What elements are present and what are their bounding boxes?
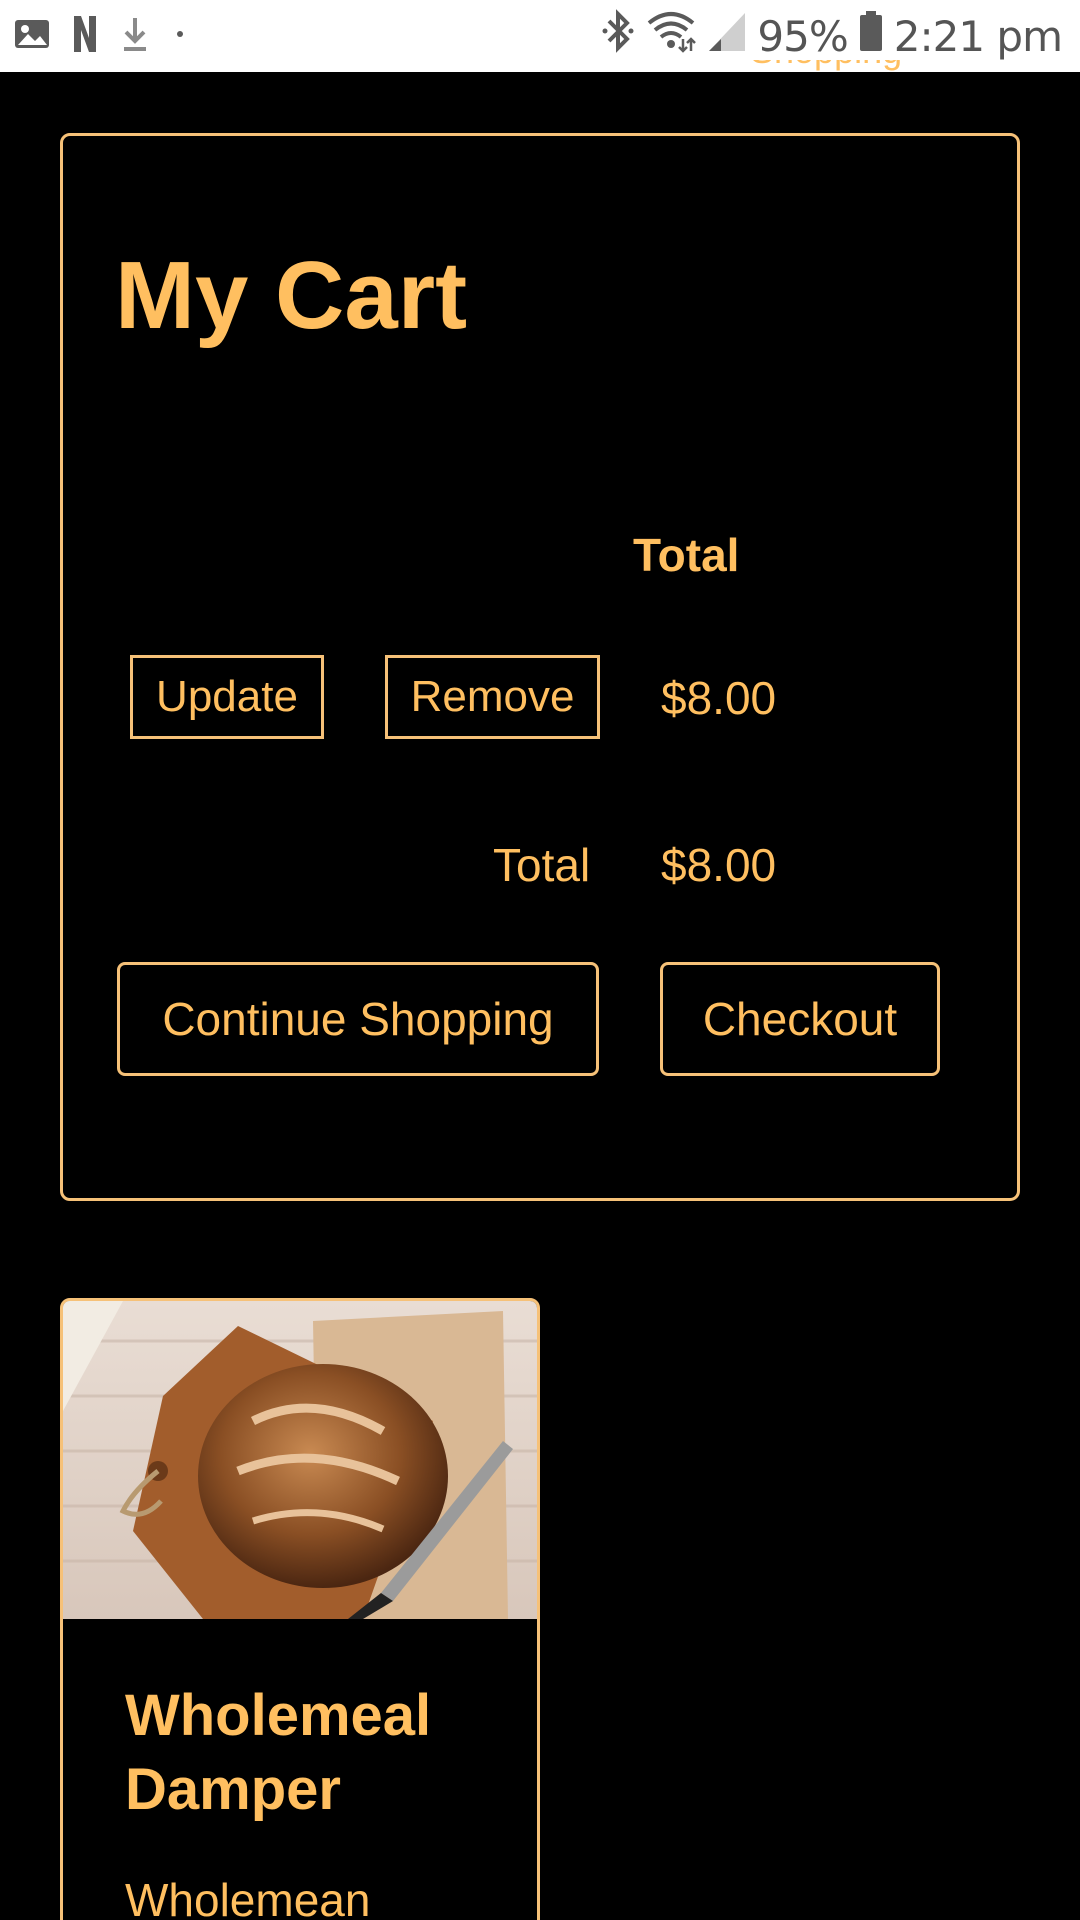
battery-icon xyxy=(858,9,884,64)
cart-total-label: Total xyxy=(493,839,591,891)
download-icon xyxy=(120,14,150,59)
total-column-header: Total xyxy=(633,529,740,581)
netflix-n-icon xyxy=(72,14,98,59)
product-description: Wholemean xyxy=(125,1874,371,1920)
battery-percent: 95% xyxy=(757,11,848,61)
cart-title: My Cart xyxy=(115,242,468,349)
signal-icon xyxy=(707,9,747,64)
image-icon xyxy=(14,18,50,55)
header-link-text: Shopping xyxy=(750,60,920,72)
wifi-icon xyxy=(645,9,697,64)
status-bar-left xyxy=(14,14,188,58)
product-image[interactable] xyxy=(63,1301,537,1619)
dot-icon xyxy=(172,26,188,47)
remove-button[interactable]: Remove xyxy=(385,655,600,739)
status-bar-right: 95% 2:21 pm xyxy=(601,8,1063,64)
update-button[interactable]: Update xyxy=(130,655,324,739)
line-item-total: $8.00 xyxy=(661,672,777,724)
checkout-button[interactable]: Checkout xyxy=(660,962,940,1076)
cart-total-value: $8.00 xyxy=(661,839,777,891)
continue-shopping-button[interactable]: Continue Shopping xyxy=(117,962,599,1076)
clock: 2:21 pm xyxy=(893,11,1063,61)
product-card[interactable]: Wholemeal Damper Wholemean xyxy=(60,1298,540,1920)
product-name[interactable]: Wholemeal Damper xyxy=(125,1679,525,1827)
cart-card: My Cart Total Update Remove $8.00 Total … xyxy=(60,133,1020,1201)
bluetooth-icon xyxy=(601,8,635,64)
header-link-peek[interactable]: Shopping xyxy=(750,60,920,76)
